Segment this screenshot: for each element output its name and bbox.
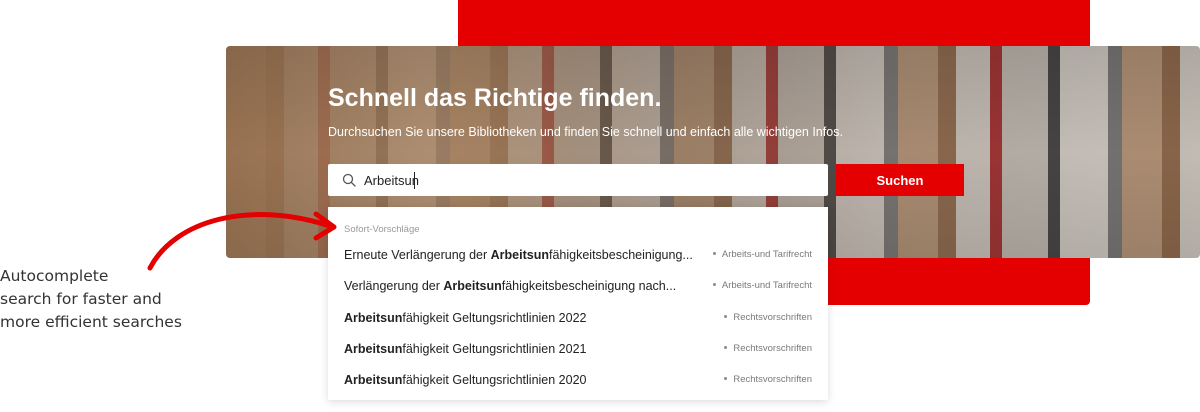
- hero-title: Schnell das Richtige finden.: [328, 84, 662, 112]
- text-cursor: [414, 172, 415, 189]
- annotation-arrow-icon: [147, 211, 337, 271]
- suggestion-text: Erneute Verlängerung der Arbeitsunfähigk…: [344, 248, 693, 262]
- suggestion-item[interactable]: Arbeitsunfähigkeit Geltungsrichtlinien 2…: [328, 304, 828, 332]
- annotation-line: search for faster and: [0, 290, 162, 308]
- bullet-icon: [724, 376, 728, 380]
- hero-subtitle: Durchsuchen Sie unsere Bibliotheken und …: [328, 125, 843, 139]
- suggestion-category: Arbeits-und Tarifrecht: [712, 280, 812, 291]
- search-input[interactable]: [364, 164, 814, 196]
- suggestion-text: Arbeitsunfähigkeit Geltungsrichtlinien 2…: [344, 311, 587, 325]
- suggestion-item[interactable]: Verlängerung der Arbeitsunfähigkeitsbesc…: [328, 272, 828, 300]
- search-button[interactable]: Suchen: [836, 164, 964, 196]
- search-icon: [342, 173, 356, 187]
- suggestion-text: Verlängerung der Arbeitsunfähigkeitsbesc…: [344, 279, 677, 293]
- annotation-line: more efficient searches: [0, 313, 182, 331]
- autocomplete-dropdown: Sofort-Vorschläge Erneute Verlängerung d…: [328, 207, 828, 400]
- bullet-icon: [724, 314, 728, 318]
- suggestion-item[interactable]: Arbeitsunfähigkeit Geltungsrichtlinien 2…: [328, 335, 828, 363]
- suggestion-category: Rechtsvorschriften: [724, 343, 812, 354]
- suggestion-category: Arbeits-und Tarifrecht: [712, 249, 812, 260]
- bullet-icon: [724, 345, 728, 349]
- bullet-icon: [712, 282, 716, 286]
- bullet-icon: [712, 251, 716, 255]
- suggestion-text: Arbeitsunfähigkeit Geltungsrichtlinien 2…: [344, 373, 587, 387]
- suggestion-category: Rechtsvorschriften: [724, 312, 812, 323]
- suggestion-category: Rechtsvorschriften: [724, 374, 812, 385]
- stage: Schnell das Richtige finden. Durchsuchen…: [0, 0, 1200, 412]
- suggestion-item[interactable]: Erneute Verlängerung der Arbeitsunfähigk…: [328, 241, 828, 269]
- suggestion-text: Arbeitsunfähigkeit Geltungsrichtlinien 2…: [344, 342, 587, 356]
- search-box[interactable]: [328, 164, 828, 196]
- suggestion-item[interactable]: Arbeitsunfähigkeit Geltungsrichtlinien 2…: [328, 366, 828, 394]
- dropdown-heading: Sofort-Vorschläge: [344, 224, 420, 235]
